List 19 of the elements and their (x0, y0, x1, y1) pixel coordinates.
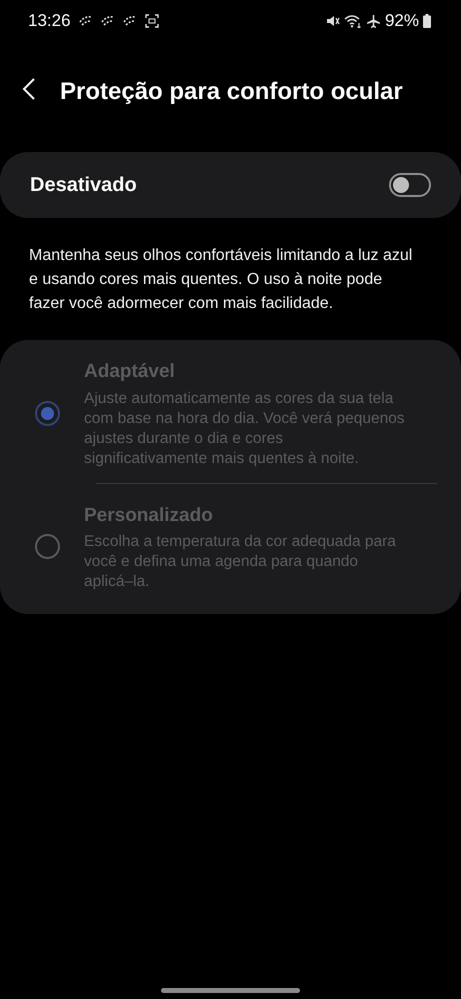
battery-percentage: 92% (384, 10, 419, 32)
notification-icon (78, 15, 93, 27)
description-text: Mantenha seus olhos confortáveis limitando a luz azul e usando cores mais quentes. O uso à noite pode fazer você adormecer com mais facilidade. (28, 246, 414, 314)
back-icon[interactable] (22, 77, 36, 101)
airplane-icon (366, 14, 381, 28)
option-description: Ajuste automaticamente as cores da sua tela com base na hora do dia. Você verá pequenos ajustes durante o dia e cores significativamente mais quentes à noite. (84, 388, 406, 468)
battery-icon (423, 14, 431, 28)
screen-record-icon (144, 14, 159, 28)
notification-icon (122, 15, 137, 27)
page-title: Proteção para conforto ocular (60, 77, 403, 107)
option-title: Adaptável (84, 360, 176, 384)
option-description: Escolha a temperatura da cor adequada para você e defina uma agenda para quando aplicá–la. (84, 532, 397, 592)
wifi-icon (344, 14, 362, 28)
notification-icon (100, 15, 115, 27)
toggle-switch[interactable] (389, 173, 431, 197)
option-title: Personalizado (84, 504, 214, 528)
clock: 13:26 (28, 10, 71, 32)
toggle-row[interactable]: Desativado (0, 152, 461, 218)
mute-icon (326, 14, 340, 28)
